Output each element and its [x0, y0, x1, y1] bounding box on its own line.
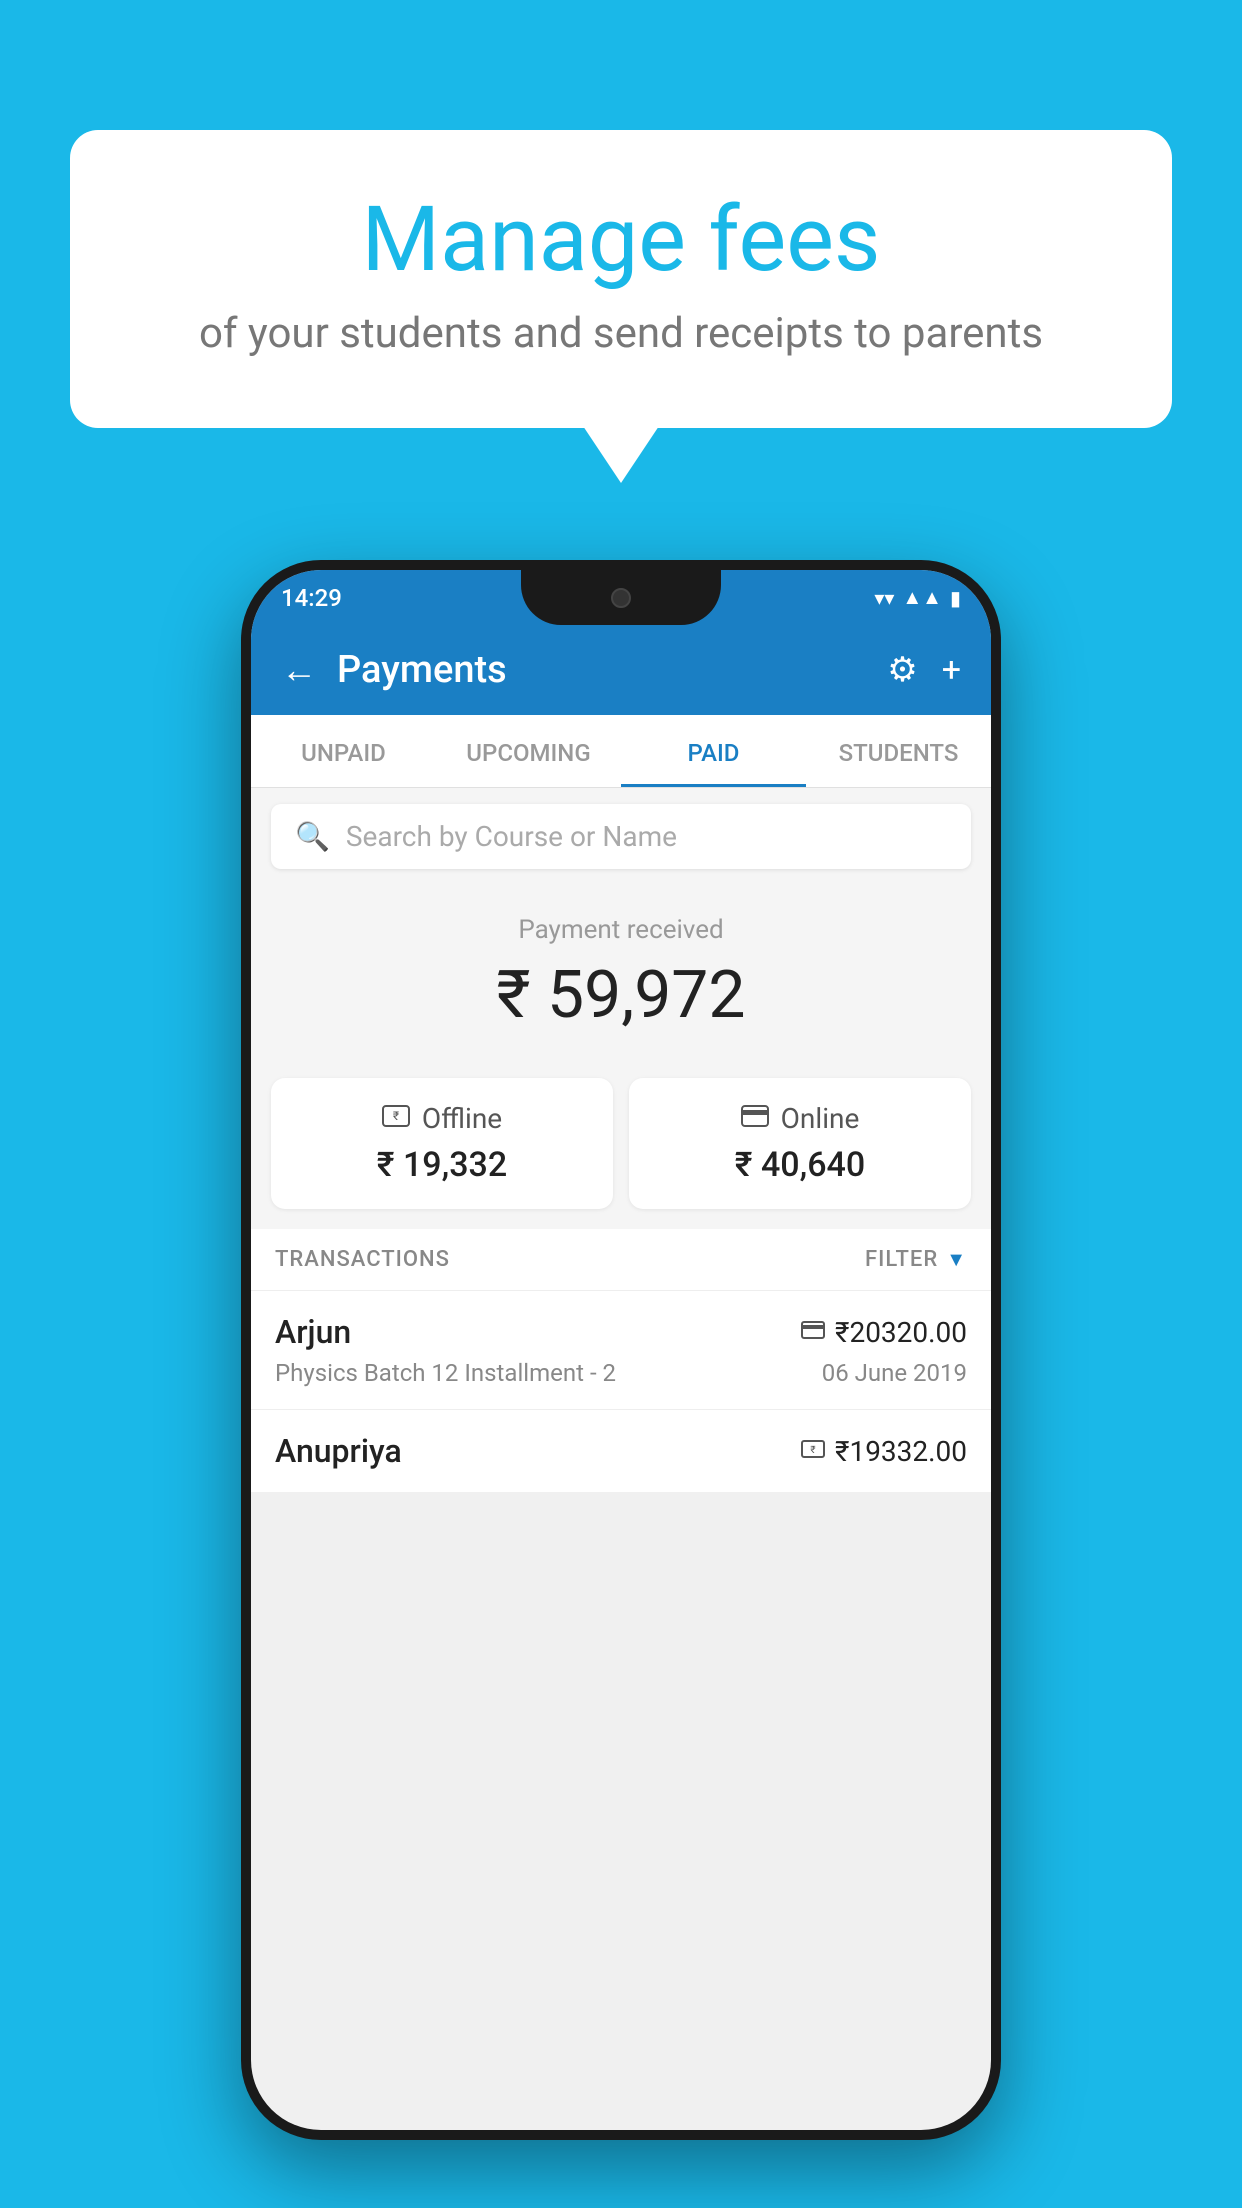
speech-bubble: Manage fees of your students and send re…	[70, 130, 1172, 428]
add-button[interactable]: +	[942, 650, 961, 690]
payment-received-amount: ₹ 59,972	[271, 957, 971, 1034]
course-info: Physics Batch 12 Installment - 2	[275, 1359, 616, 1387]
back-button[interactable]: ←	[281, 649, 317, 691]
battery-icon: ▮	[950, 586, 961, 610]
wifi-icon: ▾▾	[874, 586, 894, 610]
offline-card: ₹ Offline ₹ 19,332	[271, 1078, 613, 1209]
payment-cards: ₹ Offline ₹ 19,332	[251, 1078, 991, 1229]
header-actions: ⚙ +	[887, 650, 961, 690]
transactions-label: TRANSACTIONS	[275, 1247, 450, 1272]
tab-upcoming[interactable]: UPCOMING	[436, 715, 621, 787]
student-name: Anupriya	[275, 1432, 402, 1470]
search-bar[interactable]: 🔍 Search by Course or Name	[271, 804, 971, 869]
tab-unpaid[interactable]: UNPAID	[251, 715, 436, 787]
transaction-row-partial[interactable]: Anupriya ₹ ₹19332.00	[251, 1410, 991, 1492]
tab-bar: UNPAID UPCOMING PAID STUDENTS	[251, 715, 991, 788]
online-label: Online	[781, 1102, 860, 1135]
payment-received-section: Payment received ₹ 59,972	[251, 885, 991, 1078]
svg-text:₹: ₹	[393, 1109, 399, 1123]
online-icon	[741, 1104, 769, 1134]
transaction-date: 06 June 2019	[822, 1359, 967, 1387]
student-name: Arjun	[275, 1313, 351, 1351]
signal-icon: ▲▲	[902, 585, 942, 610]
phone-mockup: 14:29 ▾▾ ▲▲ ▮ ← Payments ⚙ +	[241, 560, 1001, 2140]
transaction-row[interactable]: Arjun ₹20320.00 Physics	[251, 1291, 991, 1410]
filter-button[interactable]: FILTER ▼	[865, 1247, 967, 1272]
amount-wrap: ₹ ₹19332.00	[801, 1435, 967, 1468]
offline-icon: ₹	[382, 1104, 410, 1134]
status-icons: ▾▾ ▲▲ ▮	[874, 585, 961, 610]
online-amount: ₹ 40,640	[649, 1145, 951, 1185]
tab-students[interactable]: STUDENTS	[806, 715, 991, 787]
page-title: Payments	[337, 648, 867, 692]
status-time: 14:29	[281, 584, 342, 612]
settings-button[interactable]: ⚙	[887, 650, 917, 690]
camera	[611, 588, 631, 608]
filter-label: FILTER	[865, 1247, 938, 1272]
amount-wrap: ₹20320.00	[801, 1316, 967, 1349]
online-payment-icon	[801, 1320, 825, 1345]
app-header: ← Payments ⚙ +	[251, 625, 991, 715]
online-card: Online ₹ 40,640	[629, 1078, 971, 1209]
transactions-header: TRANSACTIONS FILTER ▼	[251, 1229, 991, 1291]
tab-paid[interactable]: PAID	[621, 715, 806, 787]
offline-payment-icon: ₹	[801, 1439, 825, 1464]
offline-amount: ₹ 19,332	[291, 1145, 593, 1185]
search-icon: 🔍	[295, 820, 330, 853]
transaction-amount: ₹20320.00	[835, 1316, 967, 1349]
speech-bubble-heading: Manage fees	[150, 190, 1092, 289]
svg-text:₹: ₹	[810, 1445, 815, 1456]
filter-icon: ▼	[946, 1247, 967, 1272]
speech-bubble-subtext: of your students and send receipts to pa…	[150, 309, 1092, 358]
transaction-amount: ₹19332.00	[835, 1435, 967, 1468]
payment-received-label: Payment received	[271, 915, 971, 945]
search-input[interactable]: Search by Course or Name	[346, 820, 677, 853]
search-container: 🔍 Search by Course or Name	[251, 788, 991, 885]
offline-label: Offline	[422, 1102, 502, 1135]
phone-notch	[521, 570, 721, 625]
